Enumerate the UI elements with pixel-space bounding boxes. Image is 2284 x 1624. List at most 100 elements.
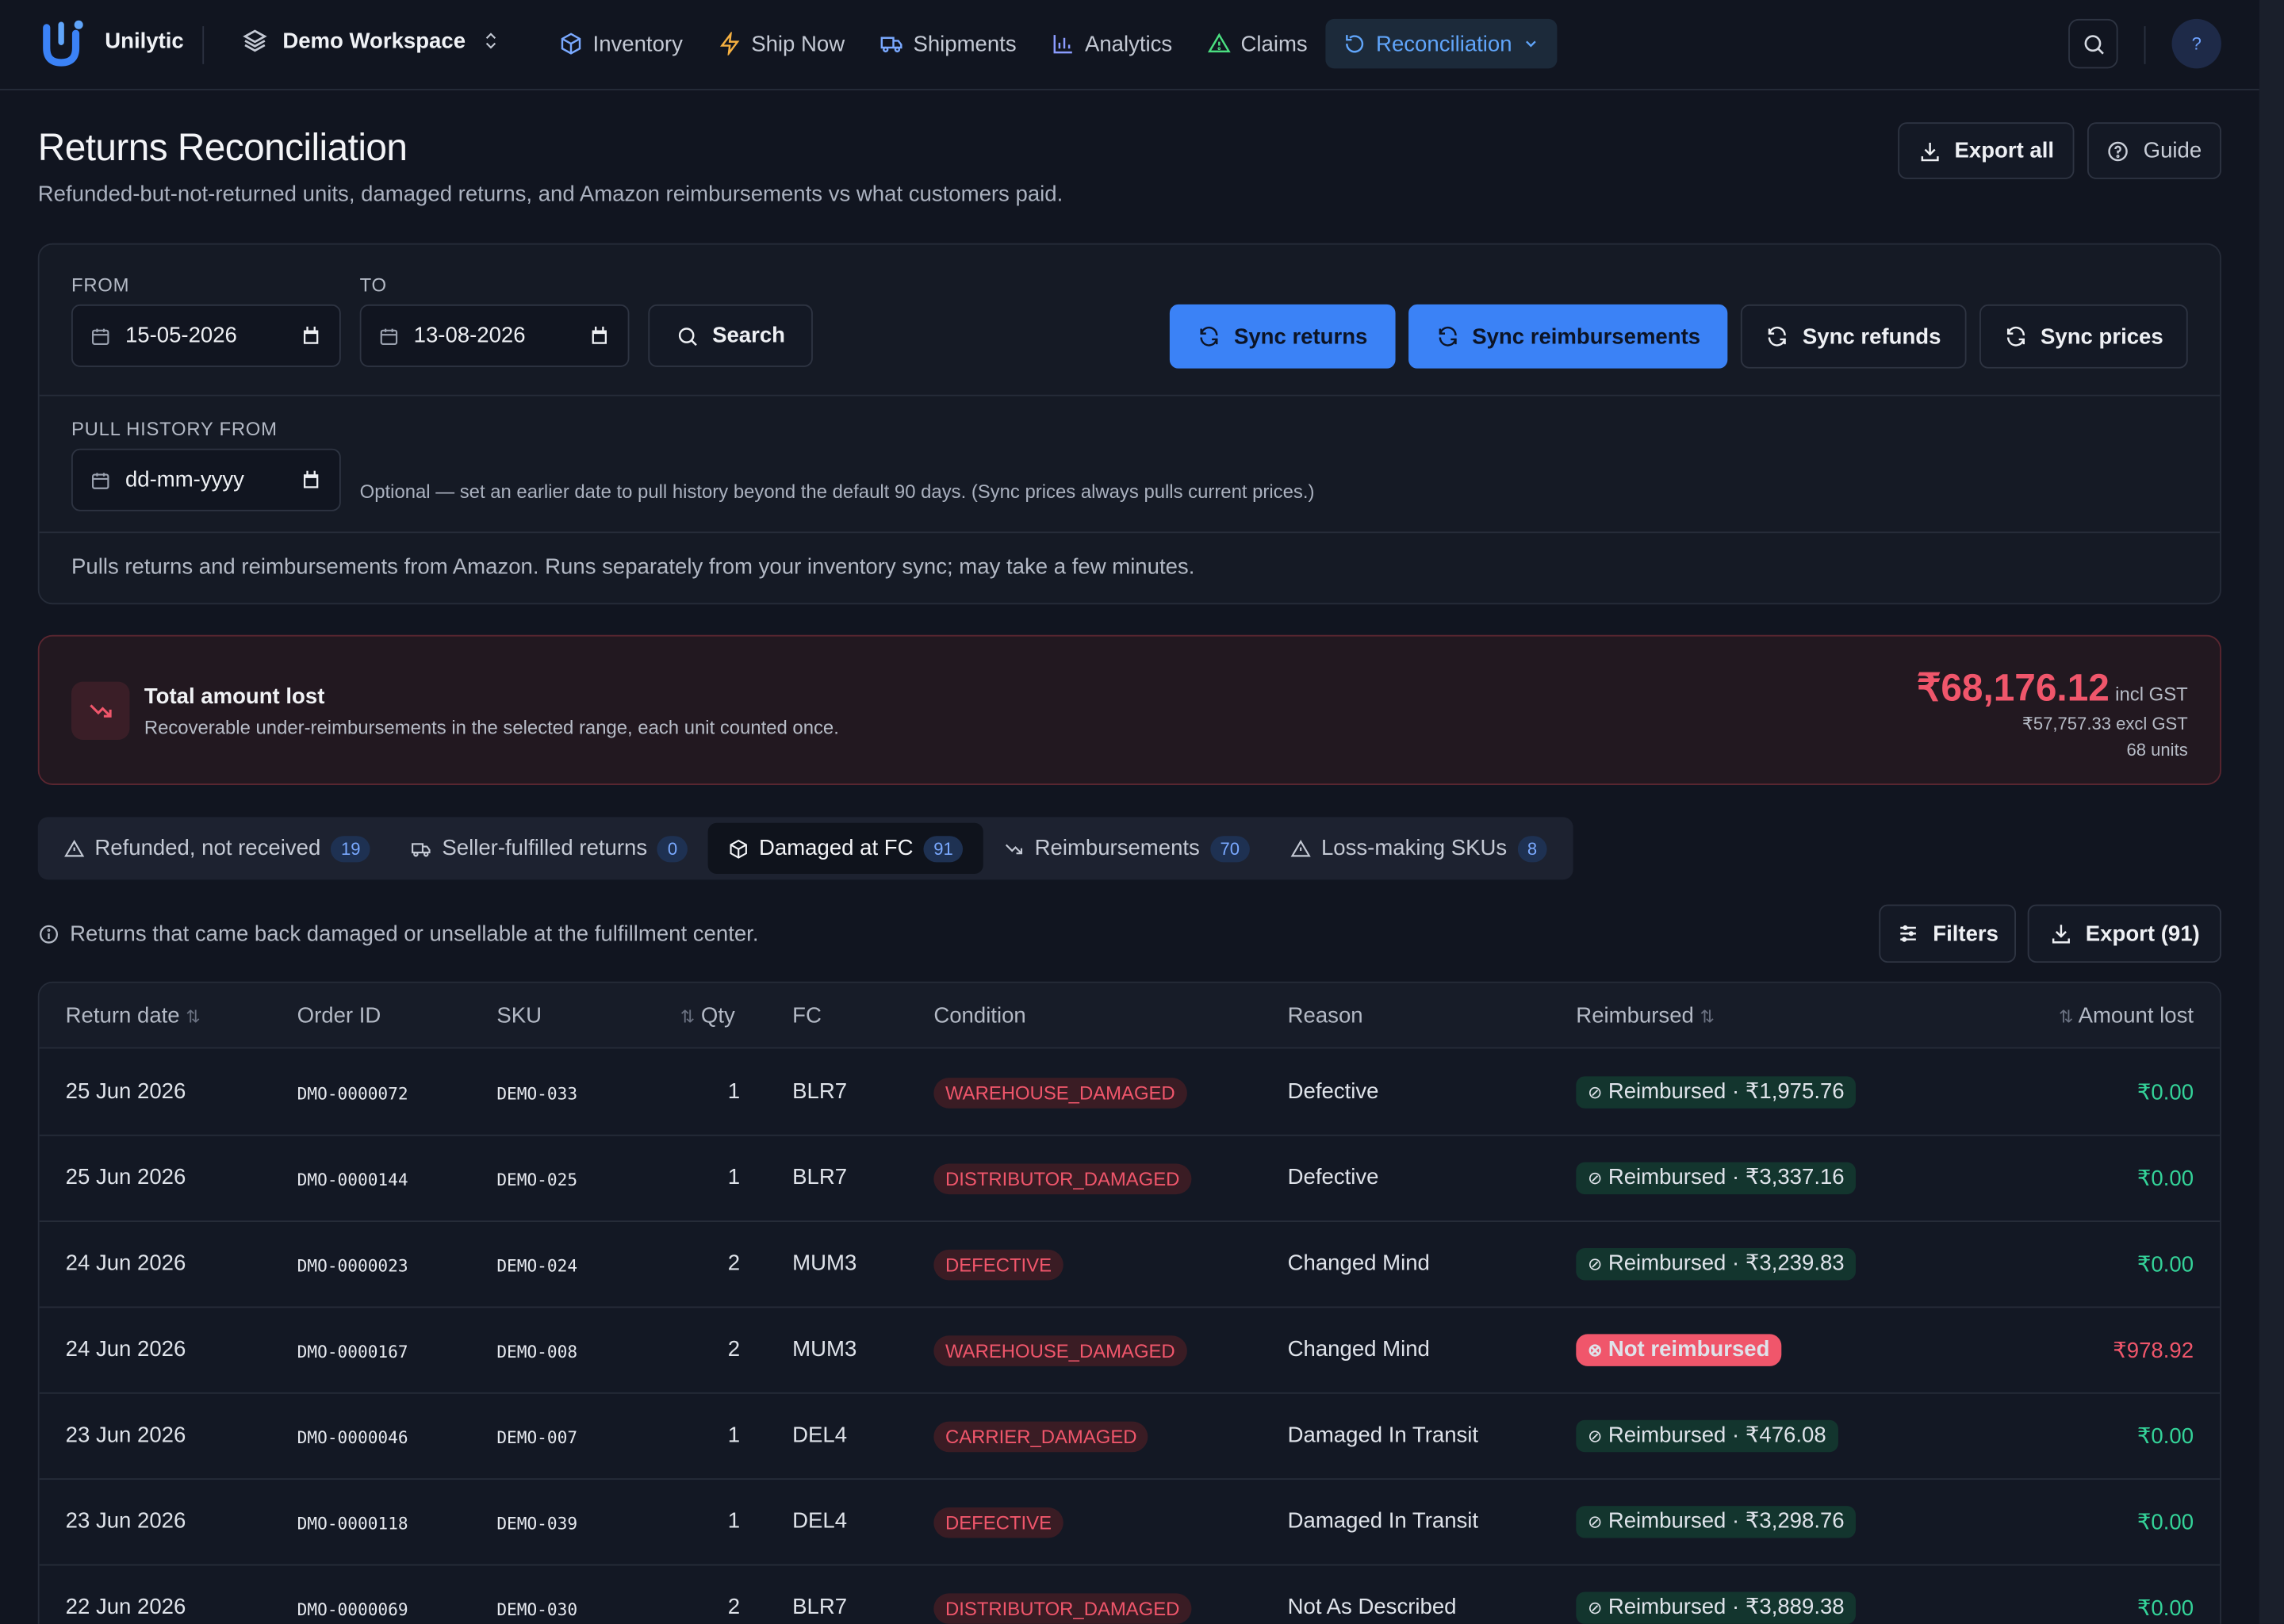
nav-shipments[interactable]: Shipments	[862, 19, 1034, 68]
nav-ship-now[interactable]: Ship Now	[700, 19, 862, 68]
guide-label: Guide	[2143, 138, 2202, 163]
reimbursed-text: Reimbursed · ₹476.08	[1608, 1423, 1826, 1448]
download-icon	[1921, 142, 1939, 161]
table-row[interactable]: 23 Jun 2026 DMO-0000046 DEMO-007 1 DEL4 CARRI…	[39, 1394, 2221, 1480]
nav-analytics[interactable]: Analytics	[1034, 19, 1190, 68]
sku-cell: DEMO-033	[496, 1083, 578, 1105]
amount-lost-cell: ₹0.00	[2136, 1424, 2194, 1450]
qty-cell: 1	[727, 1508, 741, 1534]
reason-cell: Changed Mind	[1287, 1251, 1430, 1276]
export-all-label: Export all	[1954, 138, 2055, 163]
nav-inventory[interactable]: Inventory	[542, 19, 700, 68]
warning-icon	[64, 839, 85, 856]
col-qty[interactable]: ⇅ Qty	[680, 1003, 735, 1028]
qty-cell: 2	[727, 1251, 741, 1276]
search-button[interactable]	[2068, 18, 2118, 69]
check-circle-icon: ⊘	[1588, 1597, 1603, 1618]
nav-reconciliation[interactable]: Reconciliation	[1324, 18, 1558, 69]
tab-refunded-not-received[interactable]: Refunded, not received 19	[44, 823, 391, 874]
sync-icon	[2006, 326, 2025, 347]
trending-down-icon	[1006, 843, 1023, 854]
page: Unilytic Demo Workspace Inventory Ship N…	[0, 0, 2284, 1624]
calendar-picker-icon[interactable]	[300, 469, 322, 491]
to-date-input[interactable]: 13-08-2026	[359, 304, 630, 367]
amount-lost-cell: ₹978.92	[2113, 1338, 2194, 1364]
check-circle-icon: ⊘	[1588, 1168, 1603, 1189]
order-id-cell: DMO-0000072	[297, 1083, 408, 1105]
chevron-down-icon	[1526, 40, 1536, 48]
workspace-switcher[interactable]: Demo Workspace	[242, 28, 500, 54]
divider	[39, 394, 2221, 396]
qty-cell: 1	[727, 1165, 741, 1190]
reimbursed-text: Reimbursed · ₹3,889.38	[1608, 1595, 1845, 1620]
calendar-picker-icon[interactable]	[588, 325, 611, 347]
main-nav: Inventory Ship Now Shipments Analytics C…	[542, 18, 1558, 69]
sync-icon	[1769, 326, 1787, 347]
tab-seller-fulfilled-returns[interactable]: Seller-fulfilled returns 0	[391, 823, 708, 874]
x-circle-icon: ⊗	[1588, 1339, 1603, 1361]
col-label: Qty	[700, 1003, 735, 1028]
check-circle-icon: ⊘	[1588, 1426, 1603, 1446]
page-scrollbar[interactable]	[2259, 0, 2284, 1624]
truck-icon	[412, 842, 431, 856]
reimbursed-badge: ⊘ Reimbursed · ₹3,239.83	[1576, 1248, 1857, 1281]
table-row[interactable]: 22 Jun 2026 DMO-0000069 DEMO-030 2 BLR7 DISTR…	[40, 1565, 2221, 1624]
reason-cell: Damaged In Transit	[1287, 1423, 1479, 1448]
from-date-input[interactable]: 15-05-2026	[71, 304, 341, 367]
table-row[interactable]: 25 Jun 2026 DMO-0000144 DEMO-025 1 BLR7 DISTR…	[39, 1136, 2221, 1222]
filters-button[interactable]: Filters	[1879, 904, 2016, 963]
reimbursed-text: Reimbursed · ₹1,975.76	[1608, 1078, 1845, 1105]
total-loss-card: Total amount lost Recoverable under-reim…	[37, 634, 2221, 785]
calendar-picker-icon[interactable]	[300, 325, 322, 347]
unilytic-logo-icon[interactable]	[40, 19, 87, 68]
tab-label: Loss-making SKUs	[1320, 836, 1508, 861]
refresh-icon	[1345, 35, 1363, 53]
condition-badge: WAREHOUSE_DAMAGED	[933, 1335, 1187, 1366]
nav-claims[interactable]: Claims	[1190, 19, 1325, 68]
sort-icon: ⇅	[680, 1006, 696, 1027]
nav-analytics-label: Analytics	[1084, 31, 1173, 56]
sync-refunds-label: Sync refunds	[1802, 324, 1941, 349]
table-row[interactable]: 23 Jun 2026 DMO-0000118 DEMO-039 1 DEL4 DEFEC…	[39, 1480, 2221, 1566]
fc-cell: DEL4	[792, 1508, 848, 1534]
condition-badge: DEFECTIVE	[933, 1507, 1063, 1538]
pull-history-input[interactable]: dd-mm-yyyy	[71, 448, 341, 511]
warning-icon	[1207, 33, 1231, 53]
tab-damaged-at-fc[interactable]: Damaged at FC 91	[707, 822, 984, 875]
warning-icon	[1290, 839, 1311, 856]
condition-badge: DEFECTIVE	[933, 1249, 1063, 1281]
brand-name[interactable]: Unilytic	[105, 29, 184, 54]
reimbursed-badge: ⊘ Reimbursed · ₹1,975.76	[1576, 1076, 1857, 1109]
condition-badge: CARRIER_DAMAGED	[933, 1421, 1149, 1453]
reimbursed-text: Reimbursed · ₹3,239.83	[1608, 1251, 1845, 1276]
tab-count: 19	[331, 835, 371, 862]
tab-reimbursements[interactable]: Reimbursements 70	[983, 823, 1270, 874]
sync-refunds-button[interactable]: Sync refunds	[1740, 304, 1967, 369]
sync-reimbursements-button[interactable]: Sync reimbursements	[1408, 304, 1728, 369]
export-all-button[interactable]: Export all	[1898, 122, 2075, 179]
top-nav: Unilytic Demo Workspace Inventory Ship N…	[0, 0, 2259, 90]
col-sku: SKU	[496, 1003, 542, 1028]
reason-cell: Not As Described	[1287, 1595, 1457, 1620]
col-amount-lost[interactable]: ⇅ Amount lost	[2059, 1003, 2194, 1028]
help-avatar-button[interactable]: ?	[2171, 18, 2221, 69]
sync-prices-label: Sync prices	[2041, 324, 2163, 349]
col-fc: FC	[792, 1003, 822, 1028]
table-row[interactable]: 24 Jun 2026 DMO-0000167 DEMO-008 2 MUM3 WAREH…	[39, 1308, 2221, 1394]
sync-returns-button[interactable]: Sync returns	[1169, 304, 1396, 369]
sync-icon	[1200, 326, 1218, 347]
col-reimbursed[interactable]: Reimbursed ⇅	[1576, 1003, 1715, 1028]
amount-lost-cell: ₹0.00	[2136, 1252, 2194, 1277]
return-date-cell: 22 Jun 2026	[65, 1595, 186, 1620]
tab-loss-making-skus[interactable]: Loss-making SKUs 8	[1270, 823, 1568, 874]
search-button[interactable]: Search	[648, 304, 813, 367]
reimbursed-badge: ⊗ Not reimbursed	[1576, 1334, 1782, 1366]
guide-button[interactable]: Guide	[2087, 122, 2221, 179]
from-label: FROM	[71, 274, 130, 296]
sync-prices-button[interactable]: Sync prices	[1979, 304, 2188, 369]
table-row[interactable]: 25 Jun 2026 DMO-0000072 DEMO-033 1 BLR7 WAREH…	[39, 1050, 2221, 1136]
table-row[interactable]: 24 Jun 2026 DMO-0000023 DEMO-024 2 MUM3 DEFEC…	[39, 1222, 2221, 1308]
col-return-date[interactable]: Return date ⇅	[66, 1003, 201, 1028]
export-button[interactable]: Export (91)	[2027, 904, 2221, 963]
divider	[39, 531, 2221, 534]
